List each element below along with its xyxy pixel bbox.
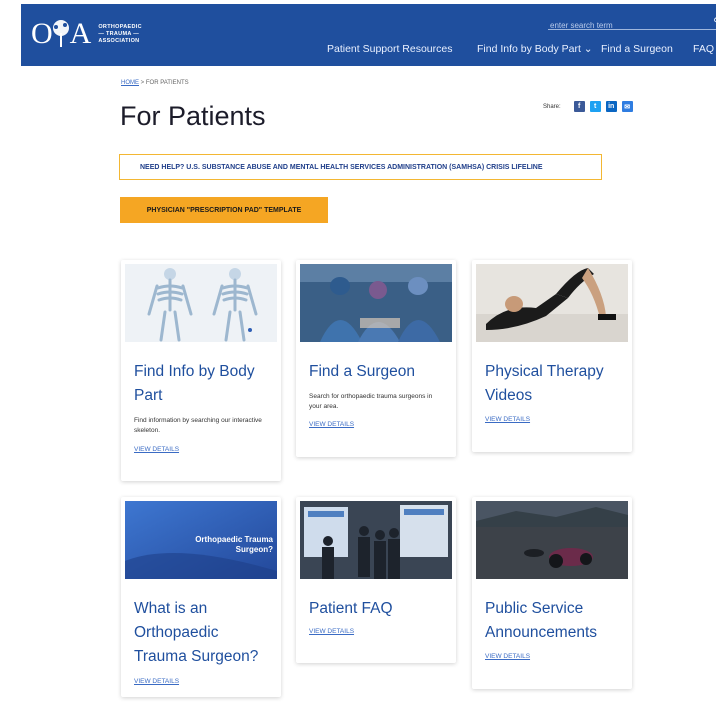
search-box: ⚲ — [548, 15, 716, 30]
card-psa[interactable]: Public Service Announcements VIEW DETAIL… — [472, 497, 632, 689]
card-title[interactable]: Find Info by Body Part — [134, 360, 274, 408]
nav-patient-support[interactable]: Patient Support Resources — [327, 43, 453, 55]
card-find-surgeon[interactable]: Find a Surgeon Search for orthopaedic tr… — [296, 260, 456, 457]
main-nav: Patient Support Resources Find Info by B… — [21, 43, 716, 59]
card-title[interactable]: What is an Orthopaedic Trauma Surgeon? — [134, 597, 274, 669]
share-label: Share: — [543, 103, 561, 110]
card-title[interactable]: Find a Surgeon — [309, 360, 449, 384]
view-details-link[interactable]: VIEW DETAILS — [134, 446, 179, 453]
card-physical-therapy[interactable]: Physical Therapy Videos VIEW DETAILS — [472, 260, 632, 452]
site-header: O A ORTHOPAEDIC — TRAUMA — ASSOCIATION ⚲… — [21, 4, 716, 66]
card-description: Search for orthopaedic trauma surgeons i… — [309, 393, 433, 410]
poster-session-image — [300, 501, 452, 579]
view-details-link[interactable]: VIEW DETAILS — [485, 416, 530, 423]
nav-find-surgeon[interactable]: Find a Surgeon — [601, 43, 673, 55]
nav-find-info-body-part[interactable]: Find Info by Body Part ⌄ — [477, 43, 593, 55]
prescription-pad-button[interactable]: PHYSICIAN "PRESCRIPTION PAD" TEMPLATE — [120, 197, 328, 223]
surgeons-image — [300, 264, 452, 342]
card-title[interactable]: Public Service Announcements — [485, 597, 625, 645]
card-description: Find information by searching our intera… — [134, 417, 262, 434]
card-patient-faq[interactable]: Patient FAQ VIEW DETAILS — [296, 497, 456, 663]
nav-faq[interactable]: FAQ — [693, 43, 714, 55]
card-body-part[interactable]: Find Info by Body Part Find information … — [121, 260, 281, 481]
ota-surgeon-image: Orthopaedic Trauma Surgeon? — [125, 501, 277, 579]
card-title[interactable]: Patient FAQ — [309, 597, 449, 621]
card-title[interactable]: Physical Therapy Videos — [485, 360, 625, 408]
facebook-icon[interactable]: f — [573, 101, 585, 112]
logo-text: ORTHOPAEDIC — TRAUMA — ASSOCIATION — [98, 23, 142, 44]
view-details-link[interactable]: VIEW DETAILS — [134, 678, 179, 685]
linkedin-icon[interactable]: in — [605, 101, 617, 112]
card-what-is-surgeon[interactable]: Orthopaedic Trauma Surgeon? What is an O… — [121, 497, 281, 697]
search-input[interactable] — [550, 21, 670, 30]
view-details-link[interactable]: VIEW DETAILS — [309, 628, 354, 635]
email-icon[interactable]: ✉ — [621, 101, 633, 112]
crisis-lifeline-banner[interactable]: NEED HELP? U.S. SUBSTANCE ABUSE AND MENT… — [119, 154, 602, 180]
view-details-link[interactable]: VIEW DETAILS — [309, 421, 354, 428]
twitter-icon[interactable]: t — [589, 101, 601, 112]
breadcrumb-separator: > — [140, 80, 145, 86]
motorcycle-crash-image — [476, 501, 628, 579]
breadcrumb-current: FOR PATIENTS — [145, 80, 189, 86]
image-caption: Orthopaedic Trauma Surgeon? — [195, 535, 273, 554]
breadcrumb-home[interactable]: HOME — [121, 80, 139, 86]
share-bar: Share: f t in ✉ — [543, 101, 633, 112]
breadcrumb: HOME > FOR PATIENTS — [121, 80, 189, 86]
page-title: For Patients — [120, 101, 266, 131]
skeleton-image — [125, 264, 277, 342]
physical-therapy-image — [476, 264, 628, 342]
view-details-link[interactable]: VIEW DETAILS — [485, 653, 530, 660]
